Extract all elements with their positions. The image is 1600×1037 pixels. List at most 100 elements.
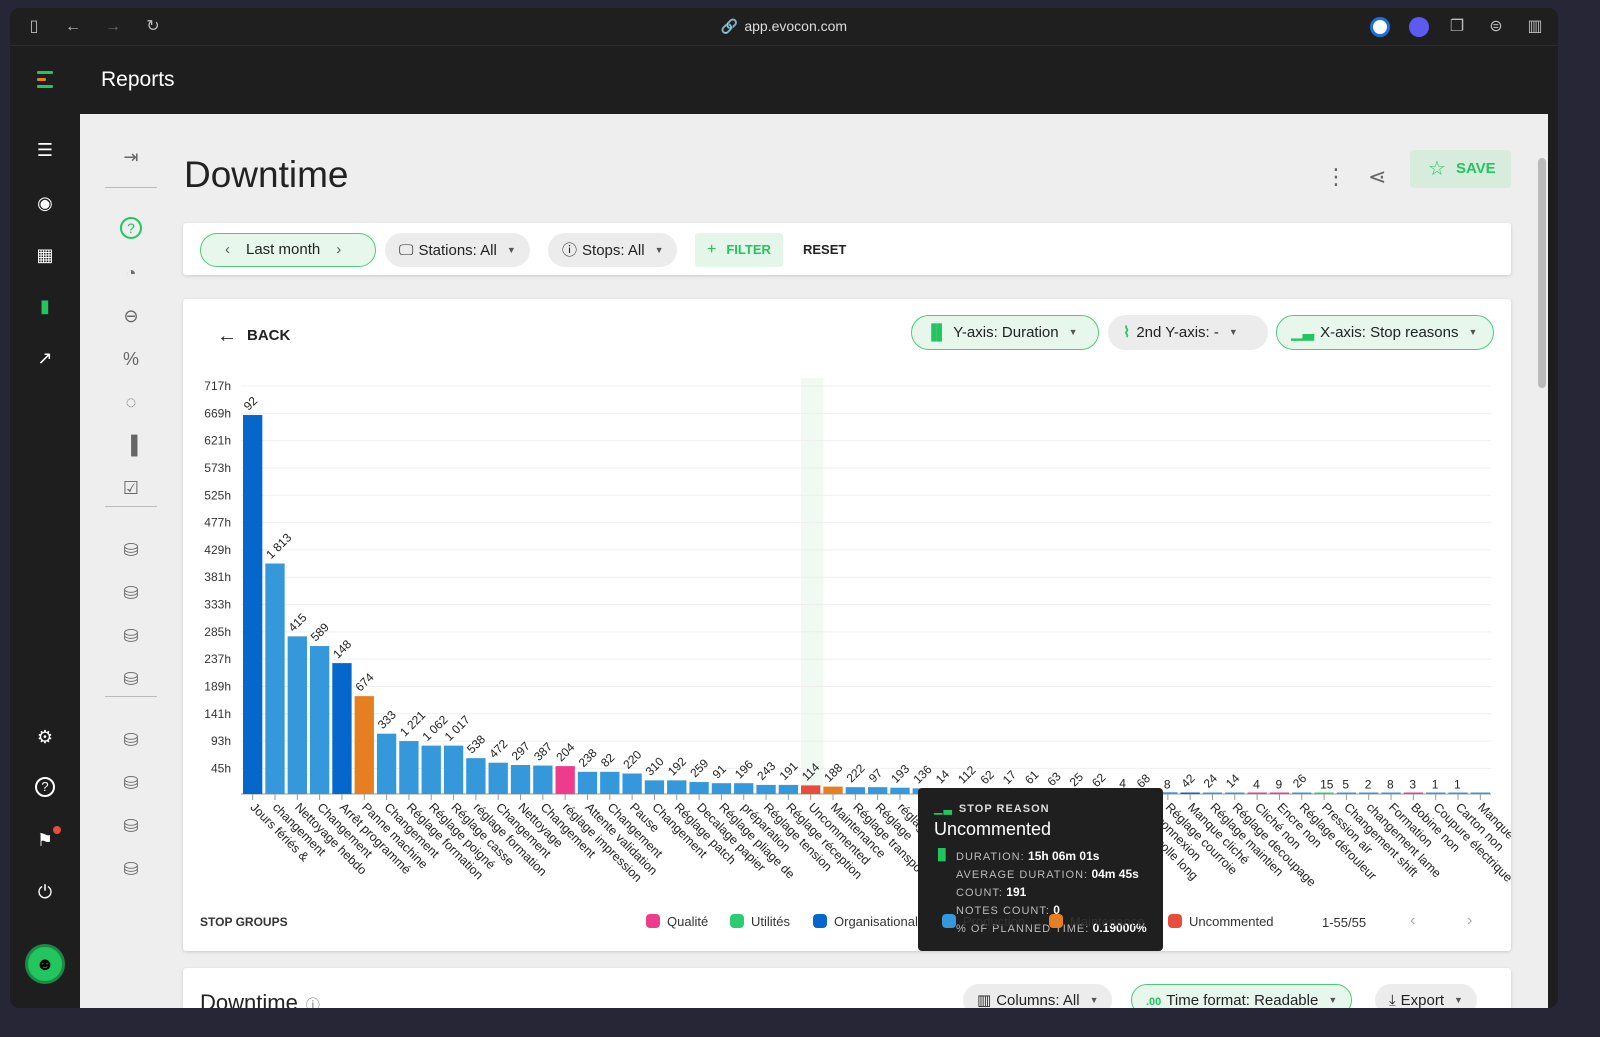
legend-item-production[interactable]: Production xyxy=(942,914,1025,929)
bar[interactable] xyxy=(466,758,486,794)
x-axis-selector[interactable]: ▁▃ X-axis: Stop reasons ▼ xyxy=(1276,315,1494,350)
bar[interactable] xyxy=(823,786,843,794)
legend-item-organisational[interactable]: Organisational xyxy=(813,914,918,929)
bar[interactable] xyxy=(890,787,910,794)
legend-prev-icon[interactable]: ‹ xyxy=(1410,912,1415,930)
bar[interactable] xyxy=(332,663,352,794)
bar[interactable] xyxy=(868,787,888,794)
saved-report-icon[interactable]: ⛁ xyxy=(118,856,144,882)
stops-filter[interactable]: ⓘ Stops: All ▼ xyxy=(548,233,678,267)
share-icon[interactable]: ⋖ xyxy=(1368,164,1386,190)
bar[interactable] xyxy=(1180,792,1200,795)
save-button[interactable]: ☆ SAVE xyxy=(1410,150,1511,188)
saved-report-icon[interactable]: ⛁ xyxy=(118,580,144,606)
bar[interactable] xyxy=(801,785,821,794)
bar[interactable] xyxy=(1269,792,1290,795)
page-scrollbar[interactable] xyxy=(1538,158,1546,388)
bar[interactable] xyxy=(756,784,776,794)
saved-report-icon[interactable]: ⛁ xyxy=(118,623,144,649)
reset-button[interactable]: RESET xyxy=(803,233,846,267)
minus-circle-icon[interactable]: ⊖ xyxy=(118,303,144,329)
trends-icon[interactable]: ↗ xyxy=(33,346,57,370)
saved-report-icon[interactable]: ⛁ xyxy=(118,813,144,839)
bar[interactable] xyxy=(1448,792,1468,795)
bar[interactable] xyxy=(376,733,397,794)
tab-overview-icon[interactable]: ❐ xyxy=(1447,17,1467,37)
settings-sliders-icon[interactable]: ⊜ xyxy=(1486,17,1506,37)
next-period-icon[interactable]: › xyxy=(336,241,341,258)
bar[interactable] xyxy=(265,563,285,794)
legend-item-uncommented[interactable]: Uncommented xyxy=(1168,914,1274,929)
bar[interactable] xyxy=(354,696,374,794)
bar[interactable] xyxy=(778,784,799,794)
bar[interactable] xyxy=(1292,792,1312,795)
back-button[interactable]: ← BACK xyxy=(217,325,290,348)
bar[interactable] xyxy=(510,764,531,794)
bar[interactable] xyxy=(1470,792,1490,795)
password-manager-icon[interactable] xyxy=(1370,17,1390,37)
bar[interactable] xyxy=(1359,792,1379,795)
bar[interactable] xyxy=(399,741,419,794)
stations-filter[interactable]: 🖵 Stations: All ▼ xyxy=(385,233,530,267)
legend-item-maintenance[interactable]: Maintenance xyxy=(1049,914,1144,929)
export-button[interactable]: ⤓ Export ▼ xyxy=(1375,984,1477,1008)
bar[interactable] xyxy=(243,415,263,794)
bar[interactable] xyxy=(287,636,307,794)
bar[interactable] xyxy=(689,782,709,794)
checklist-icon[interactable]: ☑ xyxy=(118,475,144,501)
period-selector[interactable]: ‹ Last month › xyxy=(200,233,376,267)
bar[interactable] xyxy=(1403,792,1424,795)
bar[interactable] xyxy=(577,771,598,794)
bar[interactable] xyxy=(600,771,620,794)
bar[interactable] xyxy=(734,783,754,794)
downtime-bar-chart[interactable]: 45h93h141h189h237h285h333h381h429h477h52… xyxy=(183,359,1511,899)
legend-item-qualite[interactable]: Qualité xyxy=(646,914,708,929)
more-options-icon[interactable]: ⋮ xyxy=(1325,164,1347,190)
info-icon[interactable]: ⓘ xyxy=(306,997,320,1008)
saved-report-icon[interactable]: ⛁ xyxy=(118,727,144,753)
saved-report-icon[interactable]: ⛁ xyxy=(118,666,144,692)
bar[interactable] xyxy=(1225,792,1245,795)
add-filter-button[interactable]: + FILTER xyxy=(695,233,783,267)
downtime-report-icon[interactable]: ? xyxy=(120,217,142,239)
prev-period-icon[interactable]: ‹ xyxy=(225,241,230,258)
reports-icon[interactable]: ▮ xyxy=(33,294,57,318)
bookmark-extension-icon[interactable] xyxy=(1409,17,1429,37)
bar[interactable] xyxy=(1314,792,1334,795)
bar[interactable] xyxy=(443,745,464,794)
columns-selector[interactable]: ▥ Columns: All ▼ xyxy=(963,984,1113,1008)
bar[interactable] xyxy=(488,762,508,794)
menu-icon[interactable] xyxy=(37,71,53,92)
bar[interactable] xyxy=(309,646,330,794)
settings-icon[interactable]: ⚙ xyxy=(33,725,57,749)
power-icon[interactable]: ⏻ xyxy=(33,880,57,904)
bar[interactable] xyxy=(667,780,687,794)
help-icon[interactable]: ? xyxy=(35,777,55,797)
bar[interactable] xyxy=(644,780,665,794)
address-bar[interactable]: 🔗 app.evocon.com xyxy=(10,18,1558,35)
collapse-menu-icon[interactable]: ⇥ xyxy=(118,144,144,170)
saved-report-icon[interactable]: ⛁ xyxy=(118,537,144,563)
bar[interactable] xyxy=(711,783,732,794)
avatar[interactable]: ☻ xyxy=(25,944,65,984)
cycle-icon[interactable]: ◌ xyxy=(118,389,144,415)
bar[interactable] xyxy=(1381,792,1401,795)
y-axis-selector[interactable]: ▐▌ Y-axis: Duration ▼ xyxy=(911,315,1099,350)
flag-icon[interactable]: ⚑ xyxy=(33,826,61,852)
bar[interactable] xyxy=(845,787,865,794)
bar[interactable] xyxy=(1247,792,1267,795)
time-format-selector[interactable]: .00 Time format: Readable ▼ xyxy=(1131,984,1353,1008)
bar[interactable] xyxy=(1426,792,1446,795)
bar-chart-icon[interactable]: ▐ xyxy=(118,432,144,458)
legend-next-icon[interactable]: › xyxy=(1467,912,1472,930)
bar[interactable] xyxy=(1336,792,1357,795)
bar[interactable] xyxy=(555,766,575,794)
legend-item-utilites[interactable]: Utilités xyxy=(730,914,790,929)
saved-report-icon[interactable]: ⛁ xyxy=(118,770,144,796)
bar[interactable] xyxy=(421,745,441,794)
bar[interactable] xyxy=(622,773,642,794)
live-icon[interactable]: ◉ xyxy=(33,191,57,215)
dashboard-icon[interactable]: ▦ xyxy=(33,243,57,267)
percent-icon[interactable]: % xyxy=(118,346,144,372)
split-view-icon[interactable]: ▥ xyxy=(1525,17,1545,37)
